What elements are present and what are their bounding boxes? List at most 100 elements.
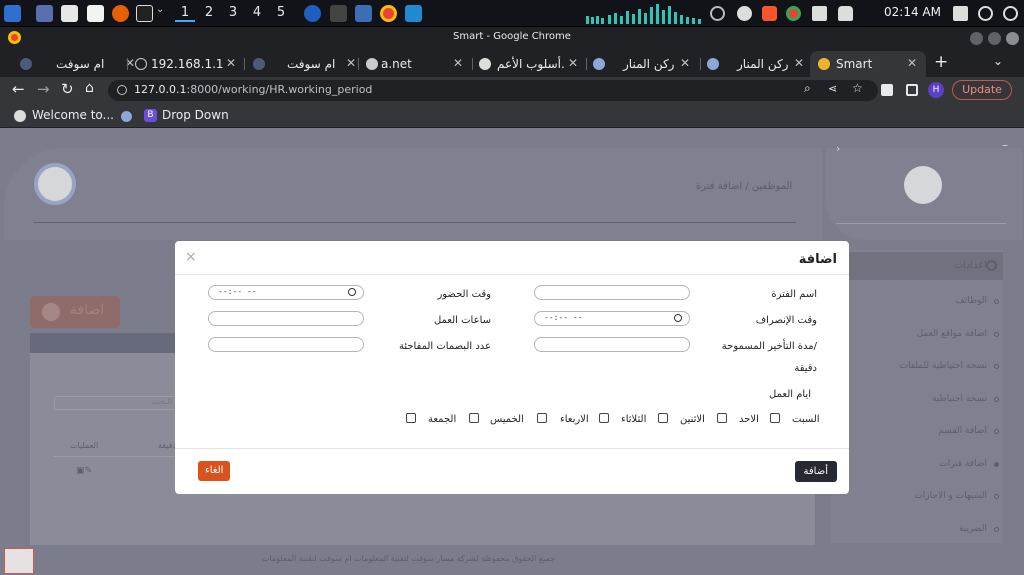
cancel-button[interactable]: الغاء xyxy=(198,461,231,481)
tab-anet[interactable]: a.net ✕ xyxy=(361,51,471,77)
new-tab-icon[interactable]: + xyxy=(934,52,948,72)
globe-icon xyxy=(366,58,378,70)
workspace-1[interactable]: 1 xyxy=(175,4,195,22)
sidebar-item-2[interactable]: اضافة مواقع العمل xyxy=(917,329,987,339)
minus-icon[interactable]: – xyxy=(1002,138,1008,152)
terminal-icon[interactable] xyxy=(136,5,153,22)
clock-icon[interactable] xyxy=(348,288,356,296)
laravel-icon[interactable] xyxy=(4,548,34,574)
tab-strip: ام سوفت ✕ 192.168.1.1 ✕ ام سوفت ✕ a.net … xyxy=(0,49,1024,77)
day-checkbox-monday[interactable] xyxy=(658,413,668,423)
update-button[interactable]: Update xyxy=(952,80,1012,100)
surprise-prints-input[interactable] xyxy=(208,337,364,352)
sidebar-item-6[interactable]: اضافة فترات xyxy=(939,459,987,469)
day-checkbox-wednesday[interactable] xyxy=(537,413,547,423)
collapse-icon[interactable]: › xyxy=(836,142,840,155)
tab-manar-1[interactable]: ركن المنار ✕ xyxy=(589,51,699,77)
bookmark-dropdown[interactable]: Drop Down xyxy=(162,108,229,122)
firefox-icon[interactable] xyxy=(112,5,129,22)
tab-msoft-2[interactable]: ام سوفت ✕ xyxy=(247,51,357,77)
close-icon[interactable]: ✕ xyxy=(226,56,236,70)
volume-icon[interactable] xyxy=(812,6,827,21)
close-icon[interactable]: ✕ xyxy=(568,56,578,70)
close-icon[interactable]: × xyxy=(185,249,197,265)
close-icon[interactable]: ✕ xyxy=(794,56,804,70)
window-icon[interactable] xyxy=(355,5,372,22)
submit-button[interactable]: أضافة xyxy=(794,461,837,482)
maximize-icon[interactable] xyxy=(988,32,1001,45)
period-name-input[interactable] xyxy=(534,285,690,300)
tab-style[interactable]: أسلوب الأعم. ✕ xyxy=(475,51,585,77)
lock-icon[interactable] xyxy=(953,6,968,21)
workspace-4[interactable]: 4 xyxy=(247,4,267,22)
user-avatar-icon[interactable] xyxy=(904,166,942,204)
allowed-delay-input[interactable] xyxy=(534,337,690,352)
zoom-search-icon[interactable]: ⌕ xyxy=(804,81,811,96)
workspace-3[interactable]: 3 xyxy=(223,4,243,22)
forward-icon[interactable]: → xyxy=(37,80,50,98)
file-manager-icon[interactable] xyxy=(61,5,78,22)
close-icon[interactable]: ✕ xyxy=(907,56,917,70)
sidebar-item-3[interactable]: نسخة احتياطية للملفات xyxy=(899,361,987,371)
thunderbird-icon[interactable] xyxy=(304,5,321,22)
info-icon[interactable] xyxy=(117,85,127,95)
clock[interactable]: 02:14 AM xyxy=(884,5,941,19)
workspace-2[interactable]: 2 xyxy=(199,4,219,22)
minimize-icon[interactable] xyxy=(970,32,983,45)
document-icon[interactable] xyxy=(87,5,104,22)
chrome-tray-icon[interactable] xyxy=(786,6,801,21)
tab-router[interactable]: 192.168.1.1 ✕ xyxy=(130,51,240,77)
label-period-name: اسم الفترة xyxy=(771,289,817,300)
tab-msoft-1[interactable]: ام سوفت ✕ xyxy=(14,51,135,77)
address-bar[interactable]: 127.0.0.1:8000/working/HR.working_period… xyxy=(108,80,878,101)
close-icon[interactable]: ✕ xyxy=(346,56,356,70)
day-checkbox-thursday[interactable] xyxy=(469,413,479,423)
extensions-icon[interactable] xyxy=(881,84,893,96)
close-icon[interactable]: ✕ xyxy=(680,56,690,70)
home-icon[interactable]: ⌂ xyxy=(85,80,94,96)
checkin-time-input[interactable]: --:-- -- xyxy=(208,285,364,300)
clock-icon[interactable] xyxy=(674,314,682,322)
back-icon[interactable]: ← xyxy=(12,80,25,98)
bookmark-welcome[interactable]: Welcome to... xyxy=(32,108,114,122)
app-launcher-icon[interactable] xyxy=(4,5,21,22)
day-checkbox-saturday[interactable] xyxy=(770,413,780,423)
gear-icon xyxy=(986,260,997,271)
bookmark-star-icon[interactable]: ☆ xyxy=(852,81,863,95)
refresh-icon[interactable] xyxy=(978,6,993,21)
tab-search-chevron-icon[interactable]: ⌄ xyxy=(993,54,1003,68)
chrome-icon[interactable] xyxy=(380,5,397,22)
sidebar-item-5[interactable]: اضافة القسم xyxy=(938,426,987,436)
bluetooth-icon[interactable] xyxy=(737,6,752,21)
sidebar-item-8[interactable]: الضريبة xyxy=(959,524,987,534)
workspace-5[interactable]: 5 xyxy=(271,4,291,22)
power-icon[interactable] xyxy=(1003,6,1018,21)
reload-icon[interactable]: ↻ xyxy=(61,80,74,98)
edit-delete-icon[interactable]: ▣✎ xyxy=(76,466,92,476)
add-button-bg[interactable]: اضافة xyxy=(30,296,120,328)
sidebar-item-4[interactable]: نسخة احتياطية xyxy=(932,394,987,404)
side-panel-icon[interactable] xyxy=(906,84,918,96)
close-icon[interactable]: ✕ xyxy=(453,56,463,70)
sidebar-item-7[interactable]: الشبهات و الاجازات xyxy=(914,491,987,501)
work-hours-input[interactable] xyxy=(208,311,364,326)
desktop-icon[interactable] xyxy=(36,5,53,22)
share-icon[interactable]: ⋖ xyxy=(828,82,837,95)
day-checkbox-tuesday[interactable] xyxy=(599,413,609,423)
checkout-time-input[interactable]: --:-- -- xyxy=(534,311,690,326)
bullet-icon xyxy=(994,299,999,304)
bookmark-favicon-icon[interactable] xyxy=(121,111,132,122)
bell-icon[interactable] xyxy=(838,6,853,21)
vscode-icon[interactable] xyxy=(405,5,422,22)
chevron-down-icon[interactable]: ⌄ xyxy=(156,4,164,15)
brave-icon[interactable] xyxy=(762,6,777,21)
terminal-window-icon[interactable] xyxy=(330,5,347,22)
tab-smart[interactable]: Smart ✕ xyxy=(810,51,926,77)
close-window-icon[interactable] xyxy=(1006,32,1019,45)
day-checkbox-sunday[interactable] xyxy=(717,413,727,423)
sidebar-item-settings[interactable]: اعدادات xyxy=(831,252,1003,280)
sidebar-item-1[interactable]: الوظائف xyxy=(955,296,987,306)
day-checkbox-friday[interactable] xyxy=(406,413,416,423)
tab-manar-2[interactable]: ركن المنار ✕ xyxy=(703,51,807,77)
profile-avatar[interactable]: H xyxy=(928,82,944,98)
